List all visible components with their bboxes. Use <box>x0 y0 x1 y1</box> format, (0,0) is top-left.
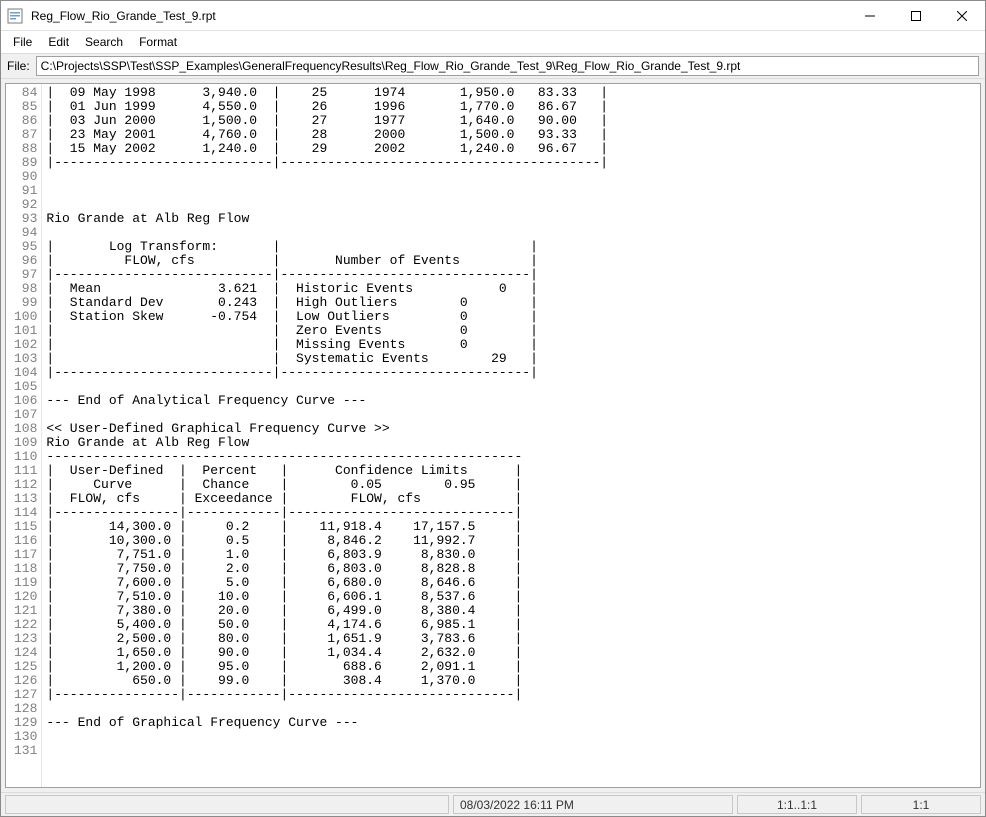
status-rowcol: 1:1 <box>861 795 981 814</box>
editor-scroll[interactable]: 84 85 86 87 88 89 90 91 92 93 94 95 96 9… <box>6 84 980 787</box>
app-icon <box>7 8 23 24</box>
file-label: File: <box>7 59 30 73</box>
status-bar: 08/03/2022 16:11 PM 1:1..1:1 1:1 <box>1 792 985 816</box>
status-position: 1:1..1:1 <box>737 795 857 814</box>
editor-border: 84 85 86 87 88 89 90 91 92 93 94 95 96 9… <box>5 83 981 788</box>
file-path-bar: File: <box>1 53 985 79</box>
menu-bar: File Edit Search Format <box>1 31 985 53</box>
file-path-input[interactable] <box>36 56 979 76</box>
window-controls <box>847 1 985 30</box>
menu-file[interactable]: File <box>5 33 40 51</box>
line-number-gutter: 84 85 86 87 88 89 90 91 92 93 94 95 96 9… <box>6 84 42 787</box>
window-title: Reg_Flow_Rio_Grande_Test_9.rpt <box>29 9 847 23</box>
menu-search[interactable]: Search <box>77 33 131 51</box>
minimize-button[interactable] <box>847 1 893 30</box>
menu-format[interactable]: Format <box>131 33 185 51</box>
status-empty <box>5 795 449 814</box>
maximize-button[interactable] <box>893 1 939 30</box>
close-button[interactable] <box>939 1 985 30</box>
status-datetime: 08/03/2022 16:11 PM <box>453 795 733 814</box>
title-bar: Reg_Flow_Rio_Grande_Test_9.rpt <box>1 1 985 31</box>
editor-container: 84 85 86 87 88 89 90 91 92 93 94 95 96 9… <box>1 79 985 792</box>
menu-edit[interactable]: Edit <box>40 33 77 51</box>
code-content[interactable]: | 09 May 1998 3,940.0 | 25 1974 1,950.0 … <box>42 84 980 787</box>
